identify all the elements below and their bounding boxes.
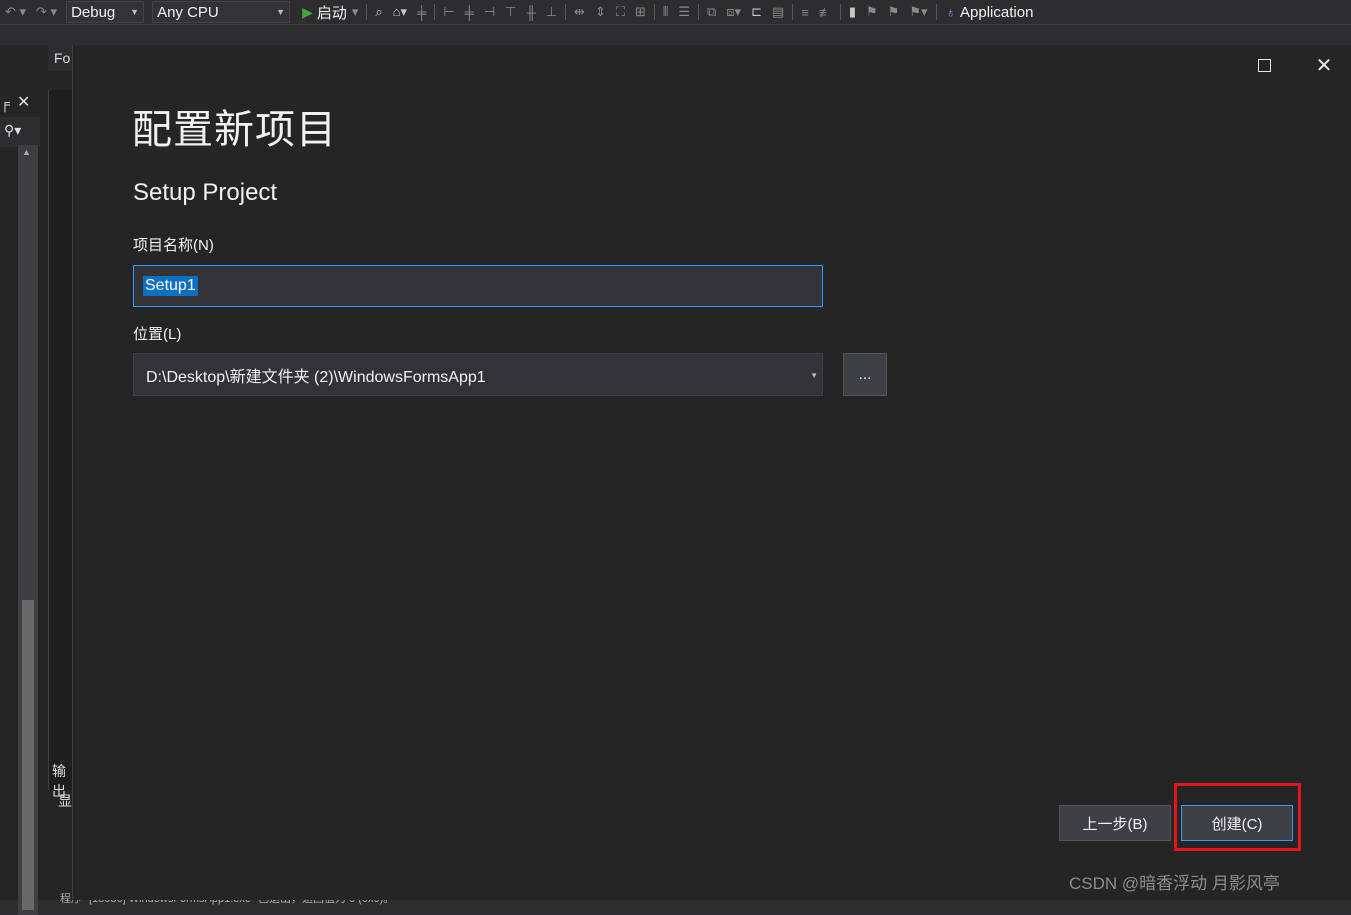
location-value: D:\Desktop\新建文件夹 (2)\WindowsFormsApp1 — [146, 368, 486, 386]
align-icon[interactable]: ╪ — [412, 5, 431, 20]
project-name-label: 项目名称(N) — [133, 237, 214, 254]
comment-icon[interactable]: ≡ — [796, 5, 814, 20]
home-icon[interactable]: ⌂▾ — [388, 4, 412, 20]
align-top-icon[interactable]: ⊤ — [500, 4, 521, 20]
chevron-down-icon[interactable]: ▼ — [810, 371, 818, 380]
bookmark-icon[interactable]: ▮ — [844, 4, 861, 20]
project-name-value: Setup1 — [143, 276, 198, 296]
toolbar-separator — [792, 4, 794, 20]
align-bottom-icon[interactable]: ⊥ — [541, 4, 562, 20]
lock-controls-icon[interactable]: ▤ — [767, 4, 789, 20]
scrollbar-thumb[interactable] — [22, 600, 34, 910]
main-toolbar: ↶ ▾ ↷ ▾ Debug ▼ Any CPU ▼ ▶ 启动 ▾ ⌕ ⌂▾ ╪ … — [0, 0, 1351, 25]
grid-size-icon[interactable]: ⊞ — [630, 4, 651, 20]
align-middle-icon[interactable]: ╫ — [521, 5, 540, 20]
config-value: Debug — [71, 3, 116, 21]
start-dropdown-icon[interactable]: ▾ — [347, 4, 364, 20]
same-width-icon[interactable]: ⇹ — [569, 4, 590, 20]
document-area — [48, 90, 73, 790]
clear-bookmarks-icon[interactable]: ⚑▾ — [904, 4, 932, 20]
location-combobox[interactable]: D:\Desktop\新建文件夹 (2)\WindowsFormsApp1 ▼ — [133, 353, 823, 396]
tab-order-icon[interactable]: ⊏ — [746, 4, 767, 20]
scroll-up-icon[interactable]: ▲ — [22, 147, 31, 157]
configure-project-dialog: ✕ 配置新项目 Setup Project 项目名称(N) Setup1 位置(… — [72, 45, 1351, 900]
pin-icon[interactable]: ╒ — [0, 95, 10, 111]
bring-to-front-icon[interactable]: ⧉ — [702, 4, 721, 20]
search-icon[interactable]: ⚲▾ — [4, 122, 21, 139]
project-type-subtitle: Setup Project — [133, 179, 278, 206]
lightbulb-icon: ♁ — [945, 4, 957, 20]
undo-icon[interactable]: ↶ ▾ — [0, 4, 31, 20]
uncomment-icon[interactable]: ≢ — [814, 5, 837, 20]
toolbar-separator — [366, 4, 368, 20]
back-button[interactable]: 上一步(B) — [1059, 805, 1171, 841]
toolbar-separator — [434, 4, 436, 20]
location-label: 位置(L) — [133, 326, 182, 343]
close-button[interactable]: ✕ — [1309, 53, 1339, 77]
chevron-down-icon: ▼ — [130, 7, 140, 17]
same-size-icon[interactable]: ⛶ — [611, 4, 630, 20]
close-icon: ✕ — [1315, 54, 1333, 77]
toolbar-separator — [839, 4, 841, 20]
align-right-icon[interactable]: ⊣ — [479, 4, 500, 20]
toolbar-separator — [697, 4, 699, 20]
vertical-spacing-icon[interactable]: ☰ — [673, 4, 695, 20]
spacing-icon[interactable]: ⫴ — [658, 4, 673, 20]
same-height-icon[interactable]: ⇕ — [590, 4, 611, 20]
play-icon[interactable]: ▶ — [294, 4, 317, 21]
dialog-title: 配置新项目 — [132, 108, 337, 152]
browse-button[interactable]: ... — [843, 353, 887, 396]
find-in-files-icon[interactable]: ⌕ — [370, 4, 387, 20]
project-name-input[interactable]: Setup1 — [133, 265, 823, 307]
align-center-icon[interactable]: ╪ — [460, 5, 479, 20]
close-icon[interactable]: ✕ — [17, 92, 30, 112]
config-dropdown[interactable]: Debug ▼ — [66, 1, 145, 23]
doc-tab[interactable]: Fo — [48, 45, 72, 71]
toolbar-separator — [565, 4, 567, 20]
toolbar-separator — [935, 4, 937, 20]
chevron-down-icon: ▼ — [276, 7, 286, 17]
toolbar-separator — [653, 4, 655, 20]
prev-bookmark-icon[interactable]: ⚑ — [861, 4, 883, 20]
search-strip: ⚲▾ — [0, 117, 40, 147]
highlight-box — [1174, 783, 1301, 851]
platform-dropdown[interactable]: Any CPU ▼ — [152, 1, 291, 23]
redo-icon[interactable]: ↷ ▾ — [31, 4, 62, 20]
maximize-icon — [1257, 58, 1271, 72]
maximize-button[interactable] — [1249, 53, 1279, 77]
next-bookmark-icon[interactable]: ⚑ — [883, 4, 905, 20]
platform-value: Any CPU — [157, 3, 219, 21]
start-button[interactable]: 启动 — [317, 2, 347, 23]
watermark: CSDN @暗香浮动 月影风亭 — [1069, 874, 1280, 893]
show-output-label: 显 — [58, 793, 72, 809]
send-to-back-icon[interactable]: ⧈▾ — [721, 4, 746, 20]
background-ide-panel: Fo ╒ ✕ ⚲▾ i ▲ 输出 显 — [0, 45, 73, 915]
align-left-icon[interactable]: ⊢ — [438, 4, 459, 20]
application-insights-button[interactable]: Application — [960, 4, 1033, 21]
